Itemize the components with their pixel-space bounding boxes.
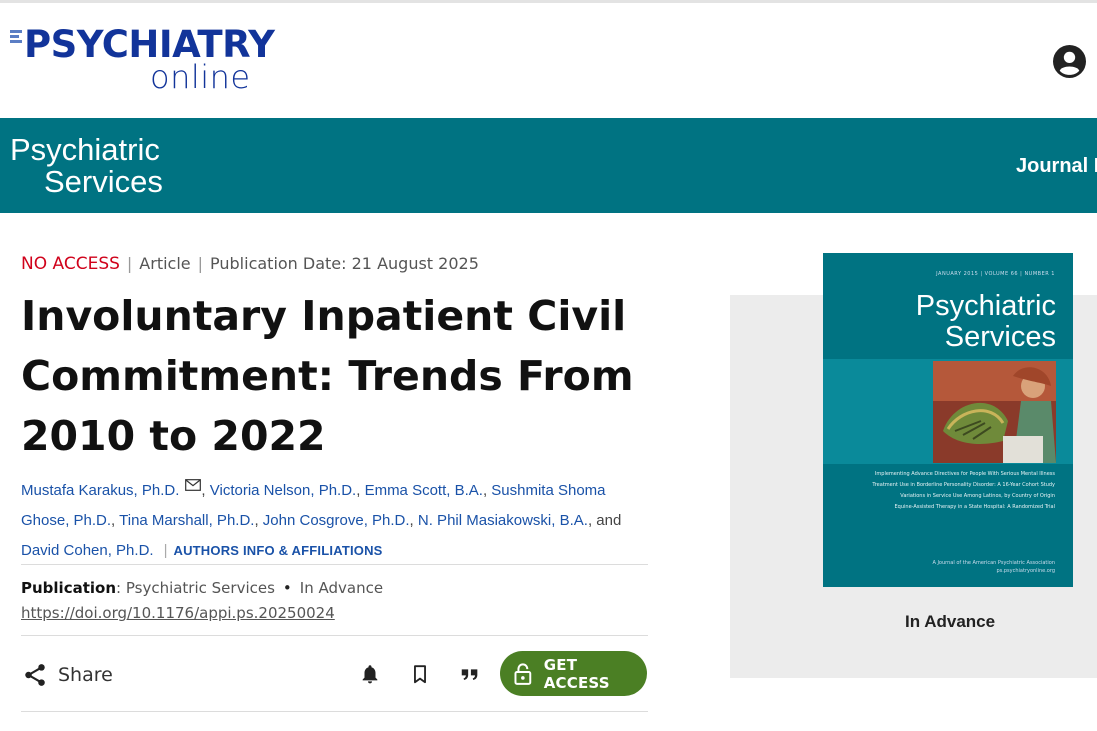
author-separator: , xyxy=(356,482,365,499)
account-circle-icon[interactable] xyxy=(1053,45,1086,78)
email-icon[interactable] xyxy=(185,479,202,491)
get-access-label: GET ACCESS xyxy=(543,655,610,692)
publication-date: Publication Date: 21 August 2025 xyxy=(210,254,479,273)
journal-name-line2: Services xyxy=(44,164,163,199)
cover-painting-image xyxy=(933,361,1056,463)
divider xyxy=(21,635,648,636)
cite-quote-icon[interactable] xyxy=(459,662,481,686)
cover-title-line1: Psychiatric xyxy=(915,290,1056,322)
publication-status: In Advance xyxy=(299,579,384,597)
cover-toc-item: Treatment Use in Borderline Personality … xyxy=(872,482,1055,488)
bell-alert-icon[interactable] xyxy=(359,662,381,686)
meta-separator: | xyxy=(197,254,204,273)
cover-footer-line1: A Journal of the American Psychiatric As… xyxy=(932,560,1055,566)
author-link[interactable]: Emma Scott, B.A. xyxy=(365,482,483,499)
share-icon xyxy=(25,664,45,686)
publication-label: Publication xyxy=(21,579,117,597)
author-link[interactable]: N. Phil Masiakowski, B.A. xyxy=(418,512,588,529)
cover-footer: A Journal of the American Psychiatric As… xyxy=(823,559,1055,575)
get-access-button[interactable]: GET ACCESS xyxy=(500,651,647,696)
cover-toc-item: Variations in Service Use Among Latinos,… xyxy=(900,493,1055,499)
psychiatry-online-logo[interactable]: PSYCHIATRY online xyxy=(10,25,275,97)
bookmark-icon[interactable] xyxy=(409,662,431,686)
author-separator: , xyxy=(409,512,418,529)
logo-bars-icon xyxy=(10,30,22,45)
author-list: Mustafa Karakus, Ph.D., Victoria Nelson,… xyxy=(21,476,651,566)
divider xyxy=(21,564,648,565)
author-separator: , xyxy=(201,482,210,499)
cover-caption: In Advance xyxy=(730,612,1097,632)
journal-bar: Psychiatric Services Journal N xyxy=(0,118,1097,213)
cover-issue-line: JANUARY 2015 | VOLUME 66 | NUMBER 1 xyxy=(936,271,1055,277)
publication-bullet: • xyxy=(282,579,292,597)
journal-menu-link[interactable]: Journal N xyxy=(1016,155,1097,178)
access-badge: NO ACCESS xyxy=(21,254,120,274)
cover-title-line2: Services xyxy=(944,321,1056,353)
article-title: Involuntary Inpatient Civil Commitment: … xyxy=(21,292,634,460)
cover-toc: Implementing Advance Directives for Peop… xyxy=(823,469,1055,513)
cover-footer-line2: ps.psychiatryonline.org xyxy=(996,568,1056,574)
share-label: Share xyxy=(58,664,113,686)
cover-title: Psychiatric Services xyxy=(823,291,1056,353)
author-separator: , xyxy=(254,512,263,529)
journal-cover-image[interactable]: JANUARY 2015 | VOLUME 66 | NUMBER 1 Psyc… xyxy=(823,253,1073,587)
publication-name[interactable]: Psychiatric Services xyxy=(126,579,275,597)
cover-toc-item: Implementing Advance Directives for Peop… xyxy=(874,471,1055,477)
author-link[interactable]: Victoria Nelson, Ph.D. xyxy=(210,482,356,499)
cover-toc-item: Equine-Assisted Therapy in a State Hospi… xyxy=(894,504,1055,510)
journal-name-line1: Psychiatric xyxy=(10,132,160,167)
meta-separator: | xyxy=(126,254,133,273)
author-link[interactable]: Tina Marshall, Ph.D. xyxy=(119,512,254,529)
unlock-icon xyxy=(514,662,532,685)
logo-sub-text: online xyxy=(150,58,251,96)
site-header: PSYCHIATRY online xyxy=(0,3,1097,118)
journal-logo[interactable]: Psychiatric Services xyxy=(10,134,163,198)
publication-colon: : xyxy=(116,579,126,597)
author-link[interactable]: John Cosgrove, Ph.D. xyxy=(263,512,410,529)
article-meta: NO ACCESS | Article | Publication Date: 21 A… xyxy=(21,254,479,274)
publication-info: Publication: Psychiatric Services • In Adv… xyxy=(21,578,383,598)
divider xyxy=(21,711,648,712)
author-link[interactable]: David Cohen, Ph.D. xyxy=(21,542,154,559)
author-separator: , xyxy=(111,512,120,529)
cover-caption-text[interactable]: In Advance xyxy=(730,612,1097,632)
authors-info-separator: | xyxy=(163,542,168,559)
author-separator: , and xyxy=(587,512,622,529)
share-button[interactable]: Share xyxy=(22,660,113,690)
author-link[interactable]: Mustafa Karakus, Ph.D. xyxy=(21,482,179,499)
article-type: Article xyxy=(139,254,191,273)
doi-link[interactable]: https://doi.org/10.1176/appi.ps.20250024 xyxy=(21,603,335,623)
authors-info-link[interactable]: AUTHORS INFO & AFFILIATIONS xyxy=(173,543,382,558)
